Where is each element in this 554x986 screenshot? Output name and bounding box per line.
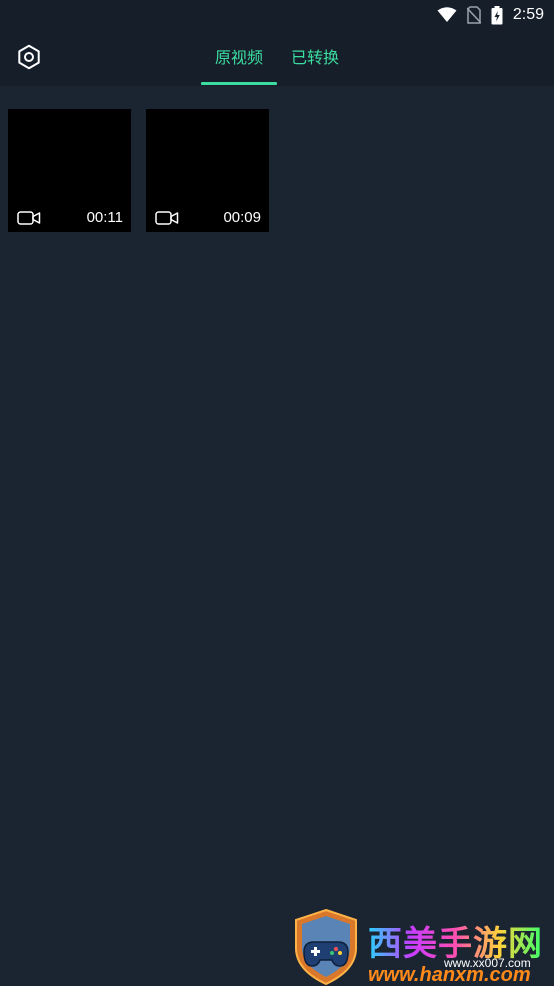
app-root: 2:59 原视频 已转换 00:11 00:09 西美手游网 www.xx007… [0, 0, 554, 986]
video-camera-icon [17, 211, 41, 225]
active-tab-indicator [201, 82, 277, 85]
tab-converted-label: 已转换 [290, 48, 339, 67]
tab-original-label: 原视频 [214, 48, 263, 67]
video-thumbnail[interactable]: 00:11 [8, 109, 131, 232]
wifi-icon [437, 7, 457, 22]
video-grid: 00:11 00:09 [8, 109, 269, 232]
video-camera-icon [155, 211, 179, 225]
settings-button[interactable] [14, 42, 44, 72]
status-icons: 2:59 [437, 4, 544, 26]
no-sim-icon [466, 6, 481, 24]
video-thumbnail[interactable]: 00:09 [146, 109, 269, 232]
site-watermark: 西美手游网 www.xx007.com www.hanxm.com [290, 908, 554, 986]
gamepad-shield-logo [295, 908, 357, 986]
settings-hexagon-icon [18, 44, 40, 70]
battery-charging-icon [491, 5, 503, 24]
status-time: 2:59 [512, 6, 544, 23]
video-duration: 00:09 [223, 209, 261, 226]
video-duration: 00:11 [86, 209, 123, 226]
tab-original-video[interactable]: 原视频 [201, 44, 277, 86]
tab-converted[interactable]: 已转换 [285, 44, 345, 86]
watermark-url: www.hanxm.com [368, 964, 531, 986]
status-bar: 2:59 [0, 0, 554, 30]
app-bar: 原视频 已转换 [0, 30, 554, 86]
